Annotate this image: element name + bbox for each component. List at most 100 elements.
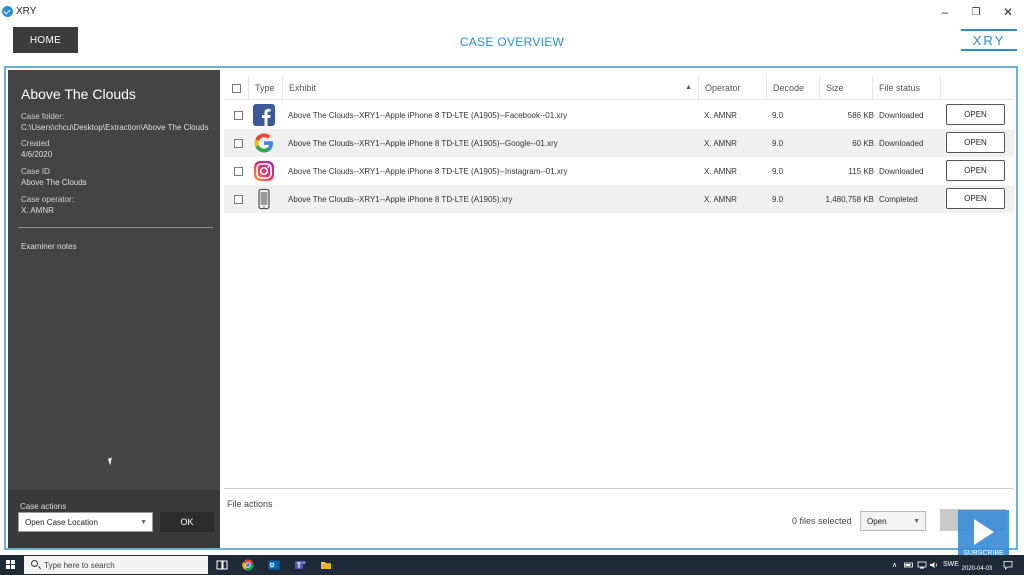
row-checkbox[interactable]	[234, 194, 243, 204]
table-row[interactable]: Above The Clouds--XRY1--Apple iPhone 8 T…	[224, 101, 1014, 129]
operator: X. AMNR	[704, 110, 737, 120]
restore-button[interactable]: ❐	[965, 3, 987, 21]
decode-version: 9.0	[772, 110, 784, 120]
row-checkbox-cell	[234, 129, 243, 157]
select-all-checkbox[interactable]	[232, 83, 241, 93]
title-bar: XRY – ❐ ✕	[0, 0, 1024, 24]
header: HOME CASE OVERVIEW XRY	[0, 24, 1024, 60]
case-created-label: Created	[21, 139, 50, 148]
chevron-down-icon: ▼	[913, 518, 920, 525]
minimize-button[interactable]: –	[934, 3, 956, 21]
case-actions-select[interactable]: Open Case Location ▼	[18, 512, 153, 532]
column-type[interactable]: Type	[248, 76, 282, 100]
file-size: 1,480,758 KB	[825, 194, 874, 204]
file-action-select-value: Open	[867, 516, 887, 526]
row-checkbox[interactable]	[234, 110, 243, 120]
file-status: Completed	[879, 194, 918, 204]
case-folder-label: Case folder:	[21, 112, 65, 121]
phone-icon	[258, 188, 270, 210]
chevron-down-icon: ▼	[140, 519, 147, 526]
exhibit-name: Above The Clouds--XRY1--Apple iPhone 8 T…	[288, 138, 558, 148]
teams-icon[interactable]	[294, 559, 306, 571]
exhibit-name: Above The Clouds--XRY1--Apple iPhone 8 T…	[288, 110, 568, 120]
close-button[interactable]: ✕	[997, 3, 1019, 21]
case-actions-select-value: Open Case Location	[25, 517, 98, 527]
table-row[interactable]: Above The Clouds--XRY1--Apple iPhone 8 T…	[224, 185, 1014, 213]
chrome-icon[interactable]	[242, 559, 254, 571]
column-size[interactable]: Size	[819, 76, 872, 100]
file-action-select[interactable]: Open ▼	[860, 511, 926, 531]
decode-version: 9.0	[772, 166, 784, 176]
file-size: 115 KB	[848, 166, 874, 176]
open-button[interactable]: OPEN	[946, 160, 1005, 181]
row-checkbox-cell	[234, 185, 243, 213]
search-icon	[31, 560, 38, 567]
column-exhibit-label: Exhibit	[289, 83, 317, 93]
file-actions-label: File actions	[227, 499, 273, 509]
table-row[interactable]: Above The Clouds--XRY1--Apple iPhone 8 T…	[224, 157, 1014, 185]
file-actions: File actions 0 files selected Open ▼	[224, 488, 1014, 548]
file-explorer-icon[interactable]	[320, 559, 332, 571]
facebook-icon	[253, 104, 275, 126]
column-exhibit[interactable]: Exhibit ▲	[282, 76, 698, 100]
case-folder-value: C:\Users\chcu\Desktop\Extraction\Above T…	[21, 123, 209, 132]
case-name: Above The Clouds	[21, 86, 136, 102]
tray-chevron-icon[interactable]: ∧	[892, 561, 897, 569]
divider	[18, 227, 213, 228]
open-button[interactable]: OPEN	[946, 132, 1005, 153]
volume-icon[interactable]	[929, 560, 939, 570]
operator: X. AMNR	[704, 166, 737, 176]
decode-version: 9.0	[772, 138, 784, 148]
open-button[interactable]: OPEN	[946, 104, 1005, 125]
task-view-icon[interactable]	[216, 559, 228, 571]
outlook-icon[interactable]	[268, 559, 280, 571]
open-button[interactable]: OPEN	[946, 188, 1005, 209]
exhibit-table: Type Exhibit ▲ Operator Decode Size File…	[224, 70, 1014, 490]
app-icon	[2, 6, 13, 17]
subscribe-overlay[interactable]: SUBSCRIBE	[958, 510, 1009, 560]
table-header: Type Exhibit ▲ Operator Decode Size File…	[224, 76, 1014, 100]
table-row[interactable]: Above The Clouds--XRY1--Apple iPhone 8 T…	[224, 129, 1014, 157]
google-icon	[254, 133, 273, 153]
case-actions-label: Case actions	[20, 502, 67, 511]
file-status: Downloaded	[879, 166, 924, 176]
case-id-value: Above The Clouds	[21, 178, 87, 187]
app-title: XRY	[16, 6, 37, 17]
notifications-icon[interactable]	[1003, 560, 1013, 570]
sort-ascending-icon: ▲	[685, 84, 692, 91]
instagram-icon	[254, 161, 274, 181]
battery-icon[interactable]	[904, 560, 914, 570]
main-frame: Above The Clouds Case folder: C:\Users\c…	[4, 66, 1018, 550]
case-created: Created 4/6/2020	[21, 138, 52, 160]
examiner-notes[interactable]: Examiner notes	[21, 242, 77, 251]
column-decode[interactable]: Decode	[766, 76, 819, 100]
column-operator[interactable]: Operator	[698, 76, 766, 100]
row-checkbox-cell	[234, 157, 243, 185]
xry-logo: XRY	[961, 29, 1017, 51]
case-panel: Above The Clouds Case folder: C:\Users\c…	[8, 70, 220, 548]
file-size: 60 KB	[852, 138, 874, 148]
case-id: Case ID Above The Clouds	[21, 166, 87, 188]
operator: X. AMNR	[704, 194, 737, 204]
case-operator-label: Case operator:	[21, 195, 74, 204]
decode-version: 9.0	[772, 194, 784, 204]
file-status: Downloaded	[879, 110, 924, 120]
row-checkbox[interactable]	[234, 138, 243, 148]
ok-button[interactable]: OK	[160, 512, 214, 532]
taskbar-date: 2020-04-03	[961, 566, 993, 572]
operator: X. AMNR	[704, 138, 737, 148]
column-action	[940, 76, 1014, 100]
taskbar-search[interactable]: Type here to search	[24, 556, 208, 574]
case-folder: Case folder: C:\Users\chcu\Desktop\Extra…	[21, 111, 209, 133]
taskbar-clock[interactable]: 2020-04-03	[956, 557, 998, 573]
row-checkbox[interactable]	[234, 166, 243, 176]
exhibit-name: Above The Clouds--XRY1--Apple iPhone 8 T…	[288, 194, 513, 204]
select-all-cell	[224, 76, 248, 100]
taskbar-search-placeholder: Type here to search	[44, 560, 115, 570]
file-size: 586 KB	[847, 110, 874, 120]
column-file-status[interactable]: File status	[872, 76, 940, 100]
exhibit-name: Above The Clouds--XRY1--Apple iPhone 8 T…	[288, 166, 568, 176]
files-selected-count: 0 files selected	[792, 516, 852, 526]
network-icon[interactable]	[917, 560, 927, 570]
windows-start-icon[interactable]	[6, 560, 16, 570]
